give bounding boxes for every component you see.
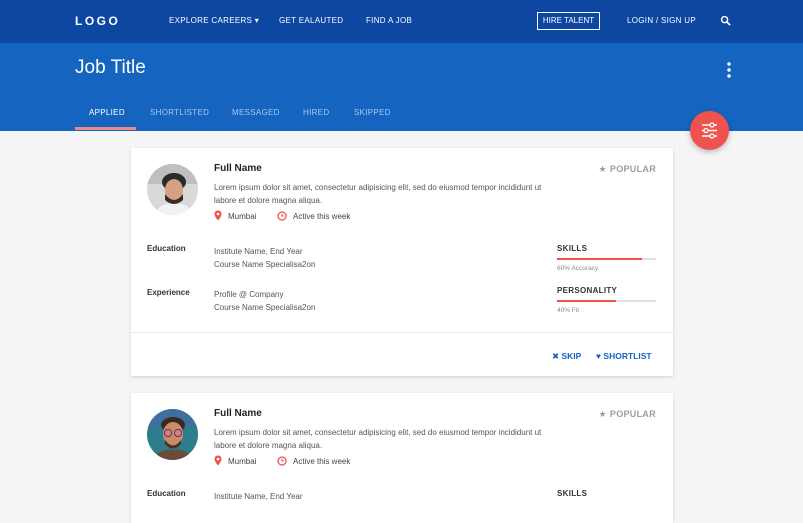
location-pin-icon bbox=[214, 455, 222, 466]
top-navbar: LOGO EXPLORE CAREERS ▾ GET EALAUTED FIND… bbox=[0, 0, 803, 43]
clock-icon bbox=[277, 456, 287, 466]
nav-explore-careers-label: EXPLORE CAREERS bbox=[169, 16, 253, 25]
shortlist-button[interactable]: ♥ SHORTLIST bbox=[596, 351, 652, 361]
personality-bar bbox=[557, 300, 656, 302]
heart-icon: ♥ bbox=[596, 351, 602, 361]
location-pin-icon bbox=[214, 210, 222, 221]
login-signup-link[interactable]: LOGIN / SIGN UP bbox=[627, 16, 696, 25]
nav-explore-careers[interactable]: EXPLORE CAREERS ▾ bbox=[169, 16, 259, 25]
candidate-activity: Active this week bbox=[293, 212, 351, 221]
star-icon: ★ bbox=[598, 409, 607, 419]
candidate-activity: Active this week bbox=[293, 457, 351, 466]
card-divider bbox=[131, 332, 673, 333]
shortlist-button-label: SHORTLIST bbox=[603, 351, 652, 361]
experience-value: Profile @ Company Course Name Specialisa… bbox=[214, 288, 315, 314]
filter-button[interactable] bbox=[690, 111, 729, 150]
personality-label: PERSONALITY bbox=[557, 286, 618, 295]
skip-button-label: SKIP bbox=[561, 351, 582, 361]
education-value: Institute Name, End Year Course Name Spe… bbox=[214, 245, 315, 271]
nav-get-evaluated[interactable]: GET EALAUTED bbox=[279, 16, 343, 25]
tab-messaged[interactable]: MESSAGED bbox=[232, 108, 280, 117]
experience-line: Profile @ Company bbox=[214, 290, 284, 299]
experience-label: Experience bbox=[147, 288, 190, 297]
more-vertical-icon[interactable] bbox=[726, 61, 732, 79]
logo[interactable]: LOGO bbox=[75, 14, 120, 28]
hire-talent-button[interactable]: HIRE TALENT bbox=[537, 12, 600, 30]
star-icon: ★ bbox=[598, 164, 607, 174]
skills-label: SKILLS bbox=[557, 244, 588, 253]
education-label: Education bbox=[147, 244, 186, 253]
education-label: Education bbox=[147, 489, 186, 498]
candidate-card: Full Name ★ POPULAR Lorem ipsum dolor sit… bbox=[131, 148, 673, 376]
search-icon[interactable] bbox=[720, 15, 731, 26]
candidate-card: Full Name ★ POPULAR Lorem ipsum dolor sit… bbox=[131, 393, 673, 523]
skills-caption: 60% Accuracy bbox=[557, 265, 599, 272]
tab-shortlisted[interactable]: SHORTLISTED bbox=[150, 108, 209, 117]
popular-badge: ★ POPULAR bbox=[599, 409, 656, 420]
tab-skipped[interactable]: SKIPPED bbox=[354, 108, 391, 117]
skills-bar bbox=[557, 258, 656, 260]
education-line: Institute Name, End Year bbox=[214, 247, 303, 256]
active-tab-indicator bbox=[75, 127, 136, 130]
page-header: Job Title APPLIED SHORTLISTED MESSAGED H… bbox=[0, 43, 803, 131]
popular-badge-label: POPULAR bbox=[609, 409, 656, 419]
education-line: Institute Name, End Year bbox=[214, 492, 303, 501]
avatar[interactable] bbox=[147, 409, 198, 460]
avatar[interactable] bbox=[147, 164, 198, 215]
candidate-location: Mumbai bbox=[228, 457, 257, 466]
candidate-location: Mumbai bbox=[228, 212, 257, 221]
popular-badge: ★ POPULAR bbox=[599, 164, 656, 175]
popular-badge-label: POPULAR bbox=[609, 164, 656, 174]
skills-bar-fill bbox=[557, 258, 643, 260]
tab-applied[interactable]: APPLIED bbox=[89, 108, 125, 117]
skip-button[interactable]: ✖ SKIP bbox=[552, 351, 581, 362]
page-title: Job Title bbox=[75, 57, 146, 78]
experience-line: Course Name Specialisa2on bbox=[214, 303, 316, 312]
candidate-description: Lorem ipsum dolor sit amet, consectetur … bbox=[214, 428, 542, 450]
nav-find-a-job[interactable]: FIND A JOB bbox=[366, 16, 412, 25]
chevron-down-icon: ▾ bbox=[254, 16, 260, 25]
education-line: Course Name Specialisa2on bbox=[214, 260, 316, 269]
personality-bar-fill bbox=[557, 300, 617, 302]
personality-caption: 40% Fit bbox=[557, 307, 580, 314]
candidate-description: Lorem ipsum dolor sit amet, consectetur … bbox=[214, 183, 542, 205]
tab-hired[interactable]: HIRED bbox=[303, 108, 329, 117]
clock-icon bbox=[277, 211, 287, 221]
candidate-name[interactable]: Full Name bbox=[214, 408, 262, 419]
close-icon: ✖ bbox=[552, 351, 560, 361]
candidate-name[interactable]: Full Name bbox=[214, 163, 262, 174]
filter-sliders-icon bbox=[702, 122, 717, 139]
skills-label: SKILLS bbox=[557, 489, 588, 498]
education-value: Institute Name, End Year bbox=[214, 490, 303, 503]
